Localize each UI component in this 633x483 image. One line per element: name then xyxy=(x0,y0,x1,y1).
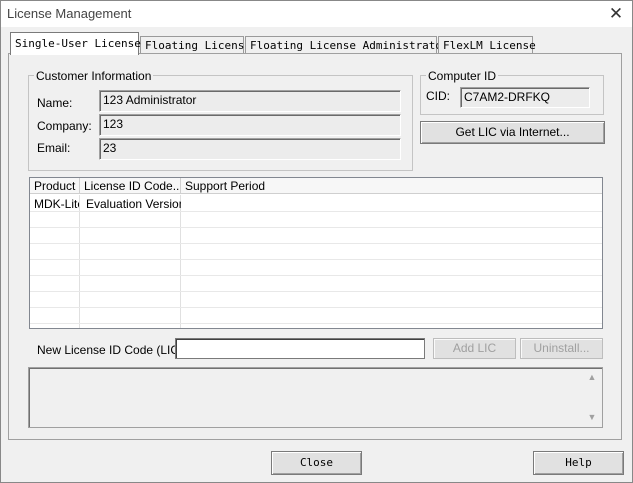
cell-license-id-code: Evaluation Version xyxy=(86,197,181,211)
tab-label: Floating License xyxy=(145,39,251,52)
company-field: 123 xyxy=(99,114,401,136)
row-divider xyxy=(30,323,602,324)
name-value: 123 Administrator xyxy=(103,93,197,107)
column-header-label: Product xyxy=(34,179,76,193)
company-value: 123 xyxy=(103,117,124,131)
add-lic-button[interactable]: Add LIC xyxy=(433,338,516,359)
column-header-label: Support Period xyxy=(185,179,266,193)
column-header-label: License ID Code... xyxy=(84,179,181,193)
new-lic-label: New License ID Code (LIC): xyxy=(37,343,187,357)
close-button[interactable]: Close xyxy=(271,451,362,475)
email-field: 23 xyxy=(99,138,401,160)
cid-label: CID: xyxy=(426,89,450,103)
email-value: 23 xyxy=(103,141,117,155)
help-button-label: Help xyxy=(565,456,592,469)
close-button-label: Close xyxy=(299,456,334,469)
tab-floating-license[interactable]: Floating License xyxy=(140,36,251,53)
tab-single-user-license[interactable]: Single-User License xyxy=(10,32,141,55)
table-row[interactable]: MDK-Lite Evaluation Version xyxy=(30,196,602,212)
help-button[interactable]: Help xyxy=(533,451,624,475)
uninstall-button[interactable]: Uninstall... xyxy=(520,338,603,359)
scroll-down-icon[interactable]: ▼ xyxy=(585,412,599,422)
scroll-up-icon[interactable]: ▲ xyxy=(585,372,599,382)
tab-label: Single-User License xyxy=(15,37,141,50)
computer-id-label: Computer ID xyxy=(426,69,499,83)
name-field: 123 Administrator xyxy=(99,90,401,112)
column-header-license-id-code[interactable]: License ID Code... xyxy=(80,178,181,194)
license-list[interactable]: Product License ID Code... Support Perio… xyxy=(29,177,603,329)
get-lic-via-internet-button[interactable]: Get LIC via Internet... xyxy=(420,121,605,144)
name-label: Name: xyxy=(37,96,73,110)
tab-label: Floating License Administrator xyxy=(250,39,449,52)
cid-field: C7AM2-DRFKQ xyxy=(460,87,590,108)
tab-label: FlexLM License xyxy=(443,39,536,52)
company-label: Company: xyxy=(37,119,92,133)
row-divider xyxy=(30,275,602,276)
email-label: Email: xyxy=(37,141,71,155)
column-divider xyxy=(79,195,80,328)
customer-information-label: Customer Information xyxy=(34,69,154,83)
status-message-area: ▲ ▼ xyxy=(28,367,603,428)
column-divider xyxy=(180,195,181,328)
row-divider xyxy=(30,227,602,228)
cell-product: MDK-Lite xyxy=(34,197,79,211)
new-lic-input[interactable] xyxy=(175,338,425,359)
close-window-icon[interactable]: ✕ xyxy=(605,3,627,25)
cid-value: C7AM2-DRFKQ xyxy=(464,90,551,104)
title-bar: License Management ✕ xyxy=(1,1,632,27)
column-header-support-period[interactable]: Support Period xyxy=(181,178,602,194)
tab-flexlm-license[interactable]: FlexLM License xyxy=(438,36,536,53)
window-title: License Management xyxy=(7,6,132,21)
row-divider xyxy=(30,291,602,292)
column-header-product[interactable]: Product xyxy=(30,178,80,194)
add-lic-button-label: Add LIC xyxy=(452,341,497,355)
row-divider xyxy=(30,259,602,260)
tab-floating-license-administrator[interactable]: Floating License Administrator xyxy=(245,36,449,53)
uninstall-button-label: Uninstall... xyxy=(533,341,590,355)
get-lic-button-label: Get LIC via Internet... xyxy=(455,125,570,139)
row-divider xyxy=(30,307,602,308)
license-management-dialog: License Management ✕ Single-User License… xyxy=(0,0,633,483)
row-divider xyxy=(30,243,602,244)
